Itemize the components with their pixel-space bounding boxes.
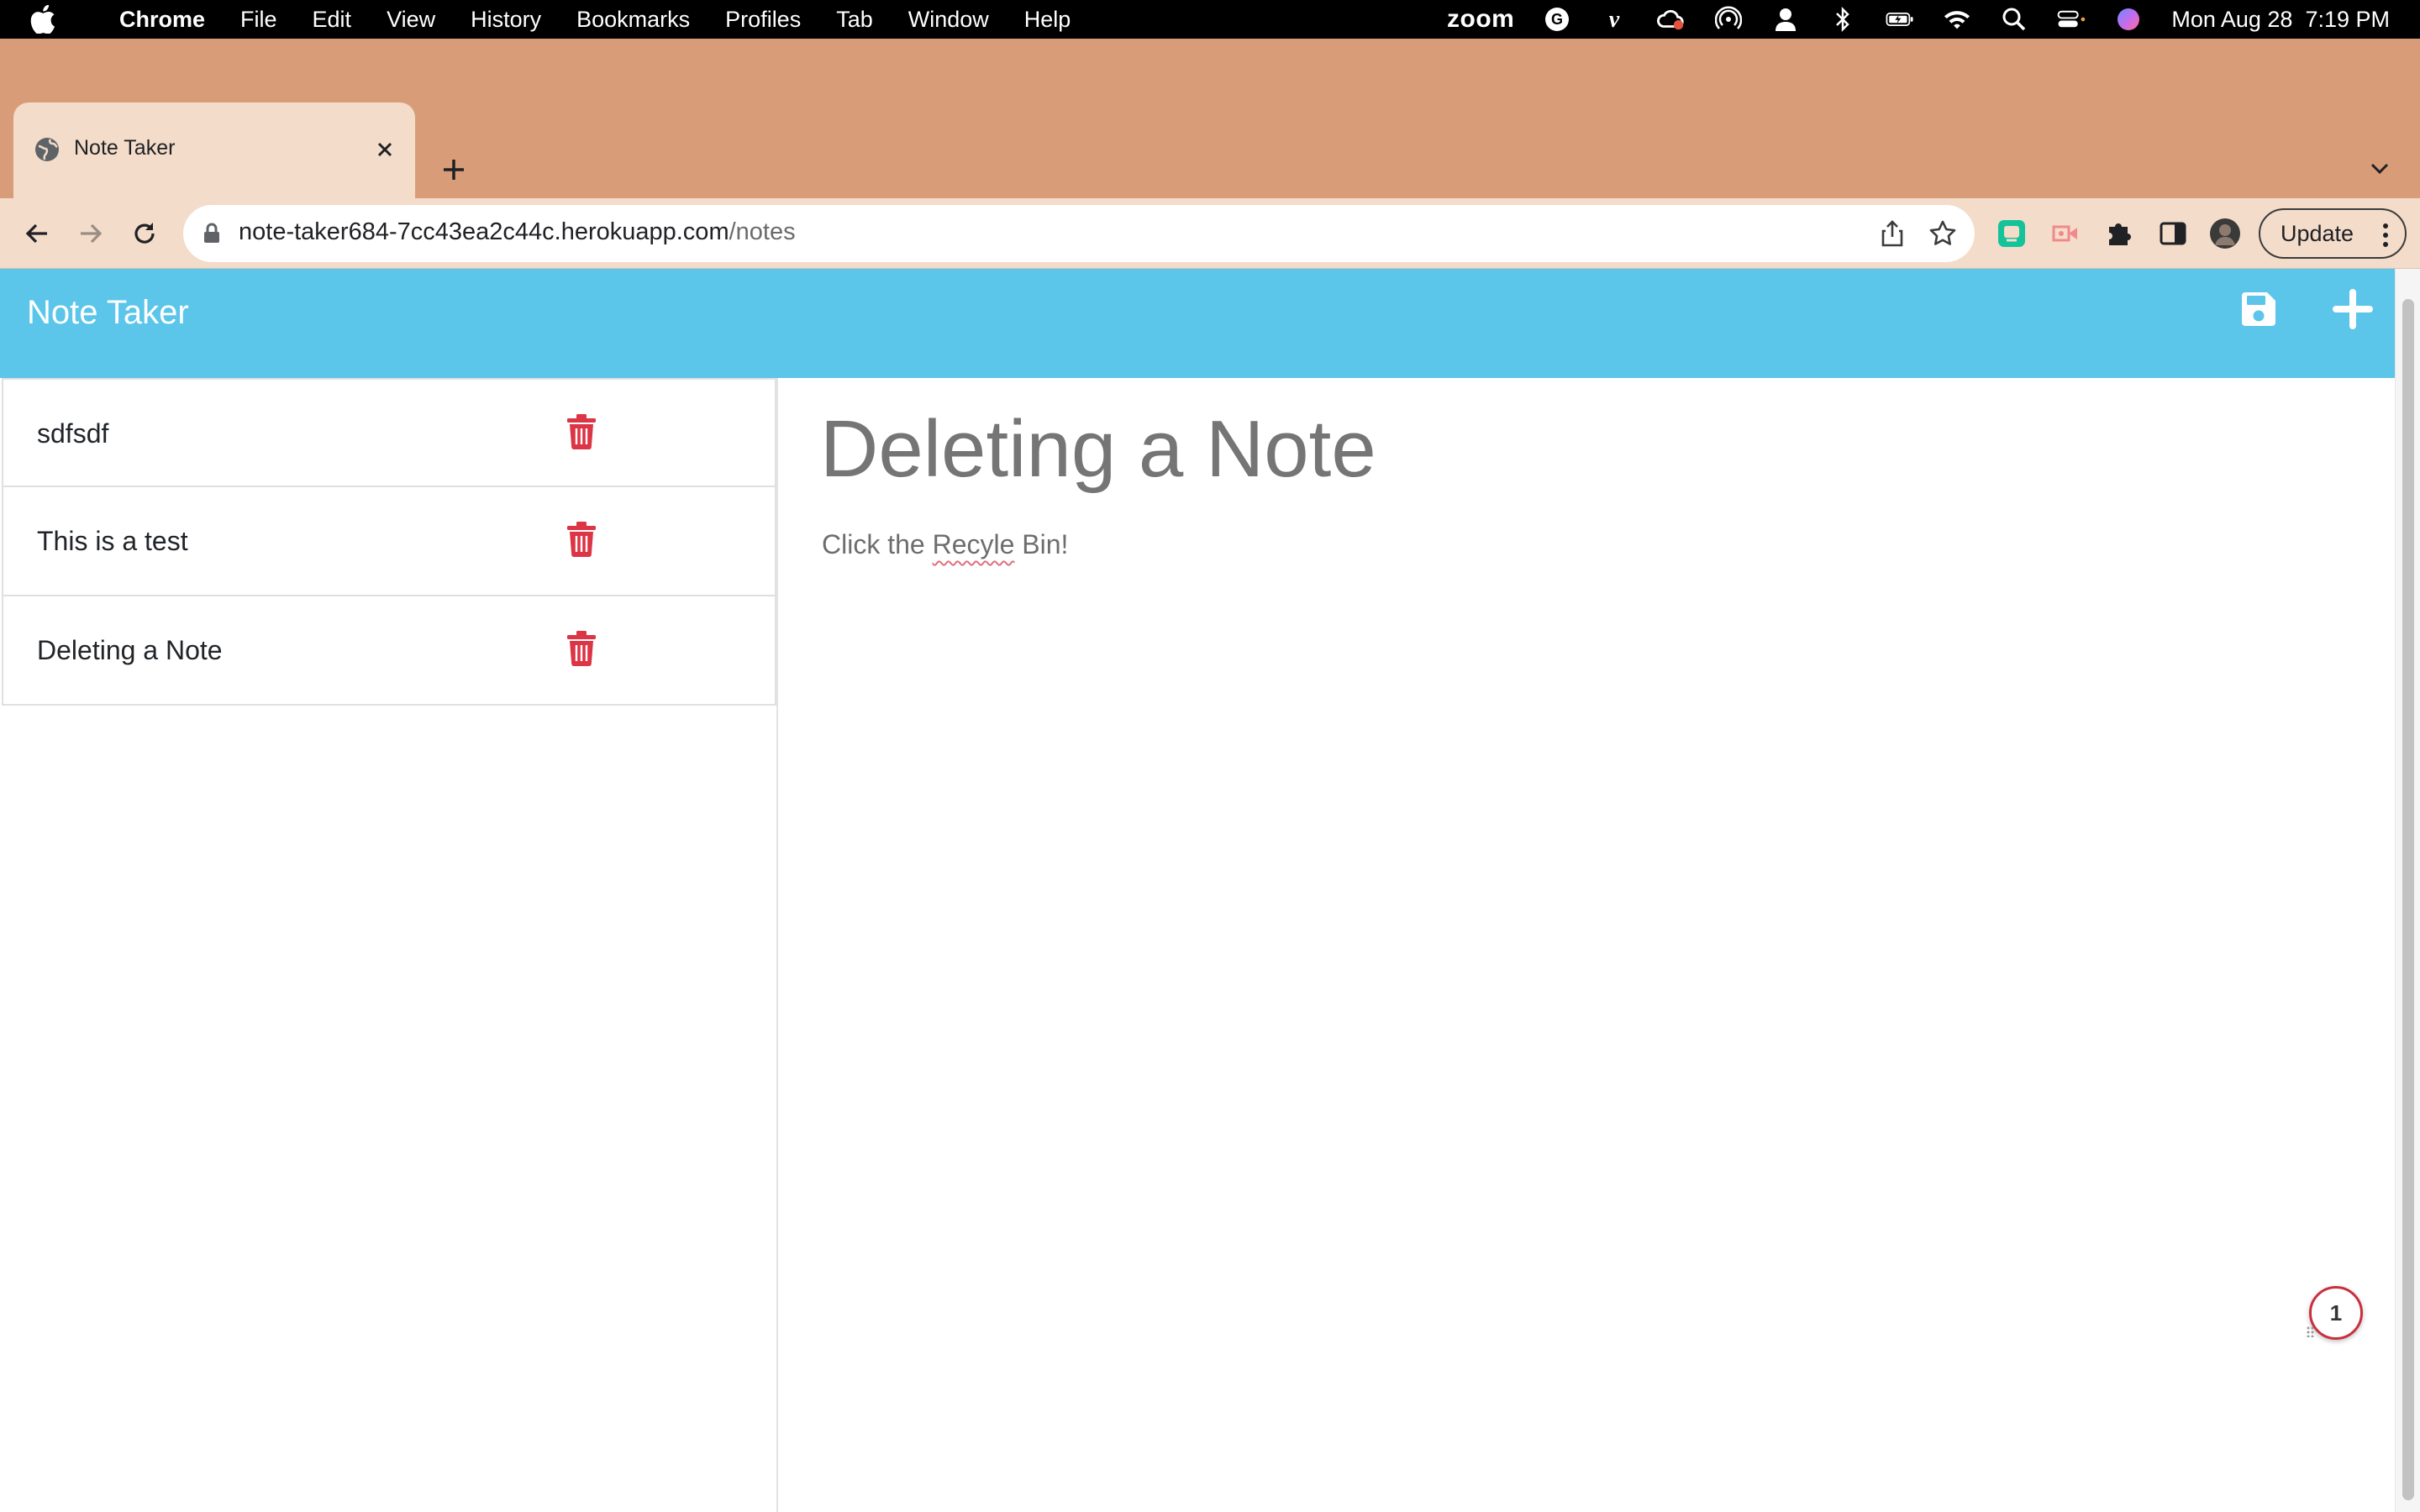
browser-tab-active[interactable]: Note Taker [13,102,415,198]
menu-window[interactable]: Window [908,7,989,33]
extensions-puzzle-icon[interactable] [2102,217,2136,250]
cloud-sync-icon[interactable] [1657,5,1686,34]
menu-file[interactable]: File [240,7,277,33]
note-list-item-title[interactable]: sdfsdf [37,418,108,449]
tab-search-chevron-down-icon[interactable] [2365,153,2395,183]
url-text[interactable]: note-taker684-7cc43ea2c44c.herokuapp.com… [239,218,796,246]
side-panel-icon[interactable] [2156,217,2190,250]
zoom-status-item[interactable]: zoom [1447,5,1514,34]
update-label: Update [2281,220,2354,246]
menu-profiles[interactable]: Profiles [725,7,801,33]
new-tab-plus-icon[interactable] [435,151,472,188]
note-text-after: Bin! [1014,529,1069,559]
airdrop-icon[interactable] [1714,5,1743,34]
kebab-menu-icon[interactable] [2381,222,2390,249]
delete-trash-icon[interactable] [566,630,597,667]
grammarly-icon[interactable]: G [1543,5,1571,34]
note-text-misspelled-word: Recyle [932,529,1015,559]
menu-edit[interactable]: Edit [313,7,352,33]
delete-trash-icon[interactable] [566,413,597,450]
bookmark-star-icon[interactable] [1928,218,1958,249]
note-editor: Deleting a Note Click the Recyle Bin! [780,378,2395,1512]
note-list-item-title[interactable]: Deleting a Note [37,635,223,666]
extension-screen-recorder-icon[interactable] [2049,217,2082,250]
note-list-item[interactable]: Deleting a Note [2,596,776,706]
menu-view[interactable]: View [387,7,435,33]
note-list-item-title[interactable]: This is a test [37,526,188,557]
app-brand[interactable]: Note Taker [27,294,189,332]
new-note-plus-icon[interactable] [2331,287,2375,331]
apple-menu-icon[interactable] [30,5,64,34]
bluetooth-icon[interactable] [1828,5,1857,34]
macos-menu-bar: Chrome File Edit View History Bookmarks … [0,0,2420,39]
web-page: Note Taker sdfsdf This is a test Deletin… [0,269,2395,1512]
globe-icon [34,136,60,163]
note-title-input[interactable]: Deleting a Note [820,403,1376,496]
notification-count-badge[interactable]: 1 [2309,1286,2363,1340]
menu-history[interactable]: History [471,7,541,33]
menu-bookmarks[interactable]: Bookmarks [576,7,690,33]
save-note-icon[interactable] [2238,289,2279,329]
menubar-clock[interactable]: Mon Aug 28 7:19 PM [2171,7,2390,33]
notes-list: sdfsdf This is a test Deleting a Note [0,378,778,1512]
back-arrow-icon[interactable] [18,215,55,252]
forward-arrow-icon[interactable] [72,215,109,252]
drag-grip-icon[interactable] [2306,1326,2316,1338]
url-path: /notes [729,218,796,245]
url-host: note-taker684-7cc43ea2c44c.herokuapp.com [239,218,729,245]
menu-help[interactable]: Help [1024,7,1071,33]
chrome-update-button[interactable]: Update [2259,208,2407,259]
spotlight-search-icon[interactable] [2000,5,2028,34]
svg-text:v: v [1609,7,1620,32]
menu-app-name[interactable]: Chrome [119,7,205,33]
page-scrollbar[interactable] [2395,269,2420,1512]
address-bar[interactable]: note-taker684-7cc43ea2c44c.herokuapp.com… [183,205,1975,262]
lock-icon[interactable] [200,222,224,245]
note-list-item[interactable]: This is a test [2,487,776,596]
siri-icon[interactable] [2114,5,2143,34]
browser-toolbar: note-taker684-7cc43ea2c44c.herokuapp.com… [0,198,2420,269]
reload-icon[interactable] [126,215,163,252]
tab-close-icon[interactable] [370,134,400,165]
user-icon[interactable] [1771,5,1800,34]
note-text-before: Click the [822,529,933,559]
control-center-icon[interactable] [2057,5,2086,34]
tab-title: Note Taker [74,136,176,160]
delete-trash-icon[interactable] [566,521,597,558]
extension-grammarly-icon[interactable] [1995,217,2028,250]
battery-icon[interactable] [1886,5,1914,34]
share-icon[interactable] [1877,218,1907,249]
svg-text:G: G [1551,11,1563,28]
profile-avatar[interactable] [2208,217,2242,250]
wifi-icon[interactable] [1943,5,1971,34]
scrollbar-thumb[interactable] [2402,299,2414,1500]
menu-tab[interactable]: Tab [836,7,873,33]
note-text-area[interactable]: Click the Recyle Bin! [822,529,1068,560]
vimeo-icon[interactable]: v [1600,5,1628,34]
app-navbar: Note Taker [0,269,2395,378]
note-list-item[interactable]: sdfsdf [2,378,776,487]
